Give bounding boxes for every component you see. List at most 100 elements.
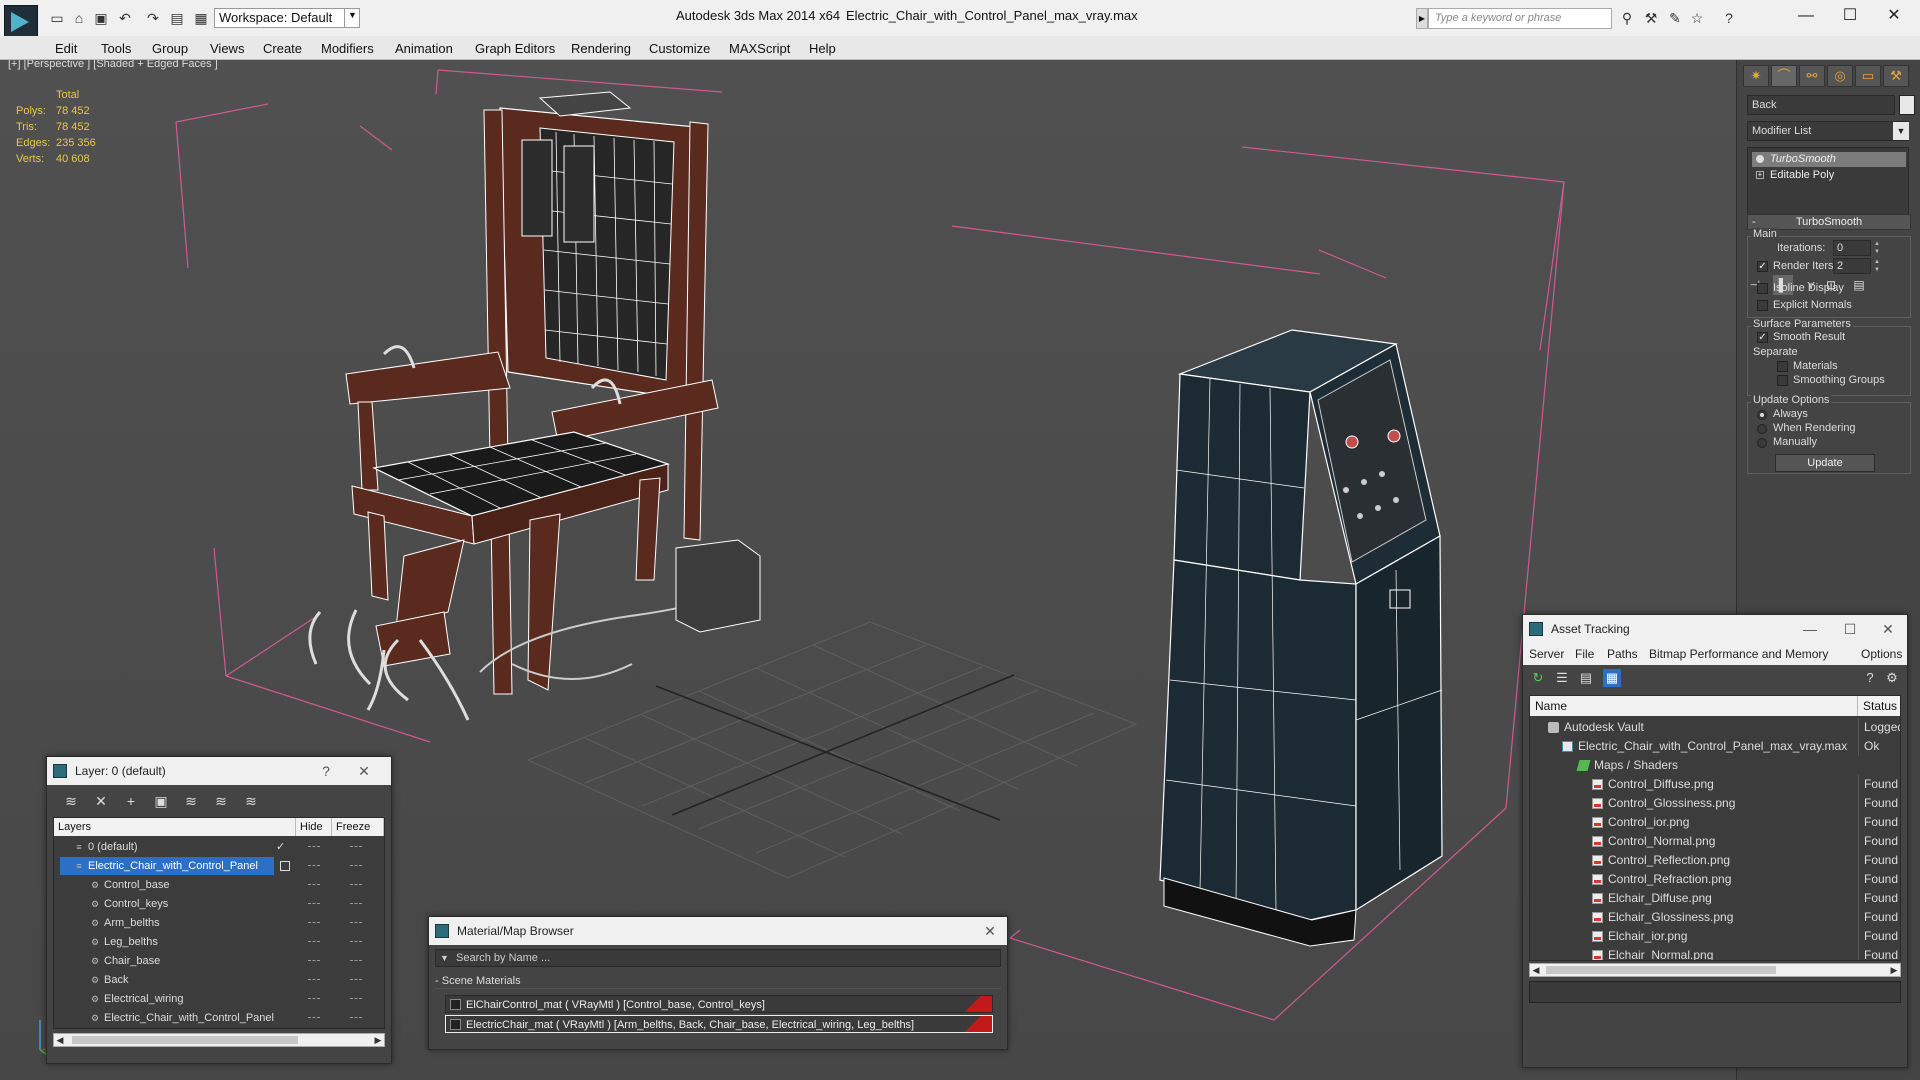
freeze-toggle[interactable] — [350, 960, 362, 961]
column-header-name[interactable]: Name — [1530, 696, 1858, 716]
undo-icon[interactable]: ↶ — [116, 9, 134, 27]
chevron-down-icon[interactable]: ▼ — [344, 8, 360, 28]
material-search-input[interactable]: ▼ Search by Name ... — [435, 949, 1001, 967]
asset-row[interactable]: Control_Diffuse.png Found — [1530, 775, 1900, 794]
display-tab-icon[interactable]: ▭ — [1855, 65, 1881, 87]
freeze-toggle[interactable] — [350, 998, 362, 999]
menu-help[interactable]: Help — [809, 41, 836, 56]
separate-smoothing-groups-checkbox[interactable] — [1777, 375, 1788, 386]
layer-manager-icon[interactable]: ≋ — [61, 791, 81, 811]
motion-tab-icon[interactable]: ◎ — [1827, 65, 1853, 87]
close-icon[interactable]: ✕ — [1875, 615, 1901, 643]
layer-row[interactable]: ⚙ Electric_Chair_with_Control_Panel — [54, 1009, 362, 1027]
thumbnail-view-icon[interactable]: ▤ — [1577, 669, 1595, 687]
lightbulb-icon[interactable] — [1756, 155, 1764, 163]
new-file-icon[interactable]: ▭ — [48, 9, 66, 27]
layer-row[interactable]: ⚙ Back — [54, 971, 362, 989]
menu-server[interactable]: Server — [1529, 647, 1564, 661]
layer-row[interactable]: ≡ Electric_Chair_with_Control_Panel — [54, 857, 362, 875]
scroll-left-icon[interactable]: ◀ — [1530, 964, 1542, 976]
material-item[interactable]: ElChairControl_mat ( VRayMtl ) [Control_… — [445, 995, 993, 1013]
scroll-right-icon[interactable]: ▶ — [1888, 964, 1900, 976]
asset-row[interactable]: Elchair_Diffuse.png Found — [1530, 889, 1900, 908]
asset-row[interactable]: Autodesk Vault Logged Out — [1530, 718, 1900, 737]
scrollbar-thumb[interactable] — [1546, 966, 1776, 974]
menu-maxscript[interactable]: MAXScript — [729, 41, 790, 56]
freeze-toggle[interactable] — [350, 979, 362, 980]
help-icon[interactable]: ? — [1720, 9, 1738, 27]
table-view-icon[interactable]: ▦ — [1603, 669, 1621, 687]
modify-tab-curve-icon[interactable]: ⌒ — [1771, 65, 1797, 87]
workspace-dropdown[interactable]: Workspace: Default — [214, 8, 360, 28]
render-iters-checkbox[interactable]: ✓ — [1757, 261, 1768, 272]
hide-toggle[interactable] — [308, 998, 320, 999]
spinner-arrows-icon[interactable]: ▲ ▼ — [1873, 240, 1881, 256]
menu-edit[interactable]: Edit — [55, 41, 77, 56]
delete-layer-icon[interactable]: ✕ — [91, 791, 111, 811]
asset-row[interactable]: Elchair_Normal.png Found — [1530, 946, 1900, 960]
material-item[interactable]: ElectricChair_mat ( VRayMtl ) [Arm_belth… — [445, 1015, 993, 1033]
maximize-button[interactable]: ☐ — [1837, 615, 1863, 643]
update-button[interactable]: Update — [1775, 454, 1875, 472]
hide-toggle[interactable] — [308, 960, 320, 961]
modifier-list-dropdown[interactable]: Modifier List — [1747, 121, 1909, 141]
project-folder-icon[interactable]: ▤ — [168, 9, 186, 27]
update-manually-radio[interactable] — [1757, 438, 1767, 448]
freeze-toggle[interactable] — [350, 846, 362, 847]
freeze-toggle[interactable] — [350, 1017, 362, 1018]
layer-name-cell[interactable]: ⚙ Electrical_wiring — [60, 990, 274, 1008]
update-when-rendering-radio[interactable] — [1757, 424, 1767, 434]
window-title-bar[interactable]: Material/Map Browser ✕ — [429, 917, 1007, 945]
layer-row[interactable]: ⚙ Electrical_wiring — [54, 990, 362, 1008]
expand-plus-icon[interactable]: + — [1756, 171, 1764, 179]
column-header-layers[interactable]: Layers — [54, 818, 296, 836]
horizontal-scrollbar[interactable]: ◀ ▶ — [1529, 963, 1901, 977]
chevron-down-icon[interactable]: ▼ — [1893, 122, 1909, 140]
menu-group[interactable]: Group — [152, 41, 188, 56]
viewport-label[interactable]: [+] [Perspective ] [Shaded + Edged Faces… — [8, 60, 218, 70]
minimize-button[interactable]: — — [1797, 615, 1823, 643]
save-file-icon[interactable]: ▣ — [92, 9, 110, 27]
hide-toggle[interactable] — [308, 1017, 320, 1018]
close-button[interactable]: ✕ — [1874, 4, 1914, 28]
vault-help-icon[interactable]: ? — [1861, 669, 1879, 687]
asset-row[interactable]: Control_ior.png Found — [1530, 813, 1900, 832]
menu-paths[interactable]: Paths — [1607, 647, 1638, 661]
freeze-toggle[interactable] — [350, 884, 362, 885]
layer-row[interactable]: ⚙ Arm_belths — [54, 914, 362, 932]
menu-rendering[interactable]: Rendering — [571, 41, 631, 56]
search-input[interactable]: Type a keyword or phrase — [1428, 8, 1612, 29]
layer-name-cell[interactable]: ⚙ Leg_belths — [60, 933, 274, 951]
hide-toggle[interactable] — [308, 846, 320, 847]
close-icon[interactable]: ✕ — [977, 917, 1003, 945]
object-color-swatch[interactable] — [1899, 95, 1915, 115]
column-header-status[interactable]: Status — [1858, 696, 1900, 716]
layer-row[interactable]: ≡ 0 (default) ✓ — [54, 838, 362, 856]
layer-name-cell[interactable]: ≡ 0 (default) — [60, 838, 274, 856]
stack-item-editable-poly[interactable]: + Editable Poly — [1752, 168, 1906, 183]
hierarchy-tab-icon[interactable]: ⚯ — [1799, 65, 1825, 87]
list-view-icon[interactable]: ☰ — [1553, 669, 1571, 687]
separate-materials-checkbox[interactable] — [1777, 361, 1788, 372]
freeze-toggle[interactable] — [350, 865, 362, 866]
layer-options-icon[interactable]: ≋ — [211, 791, 231, 811]
vault-settings-icon[interactable]: ⚙ — [1883, 669, 1901, 687]
layer-row[interactable]: ⚙ Control_keys — [54, 895, 362, 913]
active-layer-check-icon[interactable]: ✓ — [276, 838, 285, 856]
minimize-button[interactable]: — — [1786, 4, 1826, 28]
hide-toggle[interactable] — [308, 903, 320, 904]
asset-row[interactable]: Elchair_Glossiness.png Found — [1530, 908, 1900, 927]
explicit-normals-checkbox[interactable] — [1757, 300, 1768, 311]
layer-row[interactable]: ⚙ Control_base — [54, 876, 362, 894]
menu-modifiers[interactable]: Modifiers — [321, 41, 374, 56]
scrollbar-thumb[interactable] — [72, 1036, 298, 1044]
close-icon[interactable]: ✕ — [351, 757, 377, 785]
app-logo-button[interactable] — [4, 5, 38, 39]
menu-file[interactable]: File — [1575, 647, 1594, 661]
layer-row[interactable]: ⚙ Chair_base — [54, 952, 362, 970]
layer-name-cell[interactable]: ⚙ Control_keys — [60, 895, 274, 913]
layer-name-cell[interactable]: ≡ Electric_Chair_with_Control_Panel — [60, 857, 274, 875]
open-file-icon[interactable]: ⌂ — [70, 9, 88, 27]
chevron-right-icon[interactable]: ▶ — [1416, 8, 1428, 29]
menu-animation[interactable]: Animation — [395, 41, 453, 56]
